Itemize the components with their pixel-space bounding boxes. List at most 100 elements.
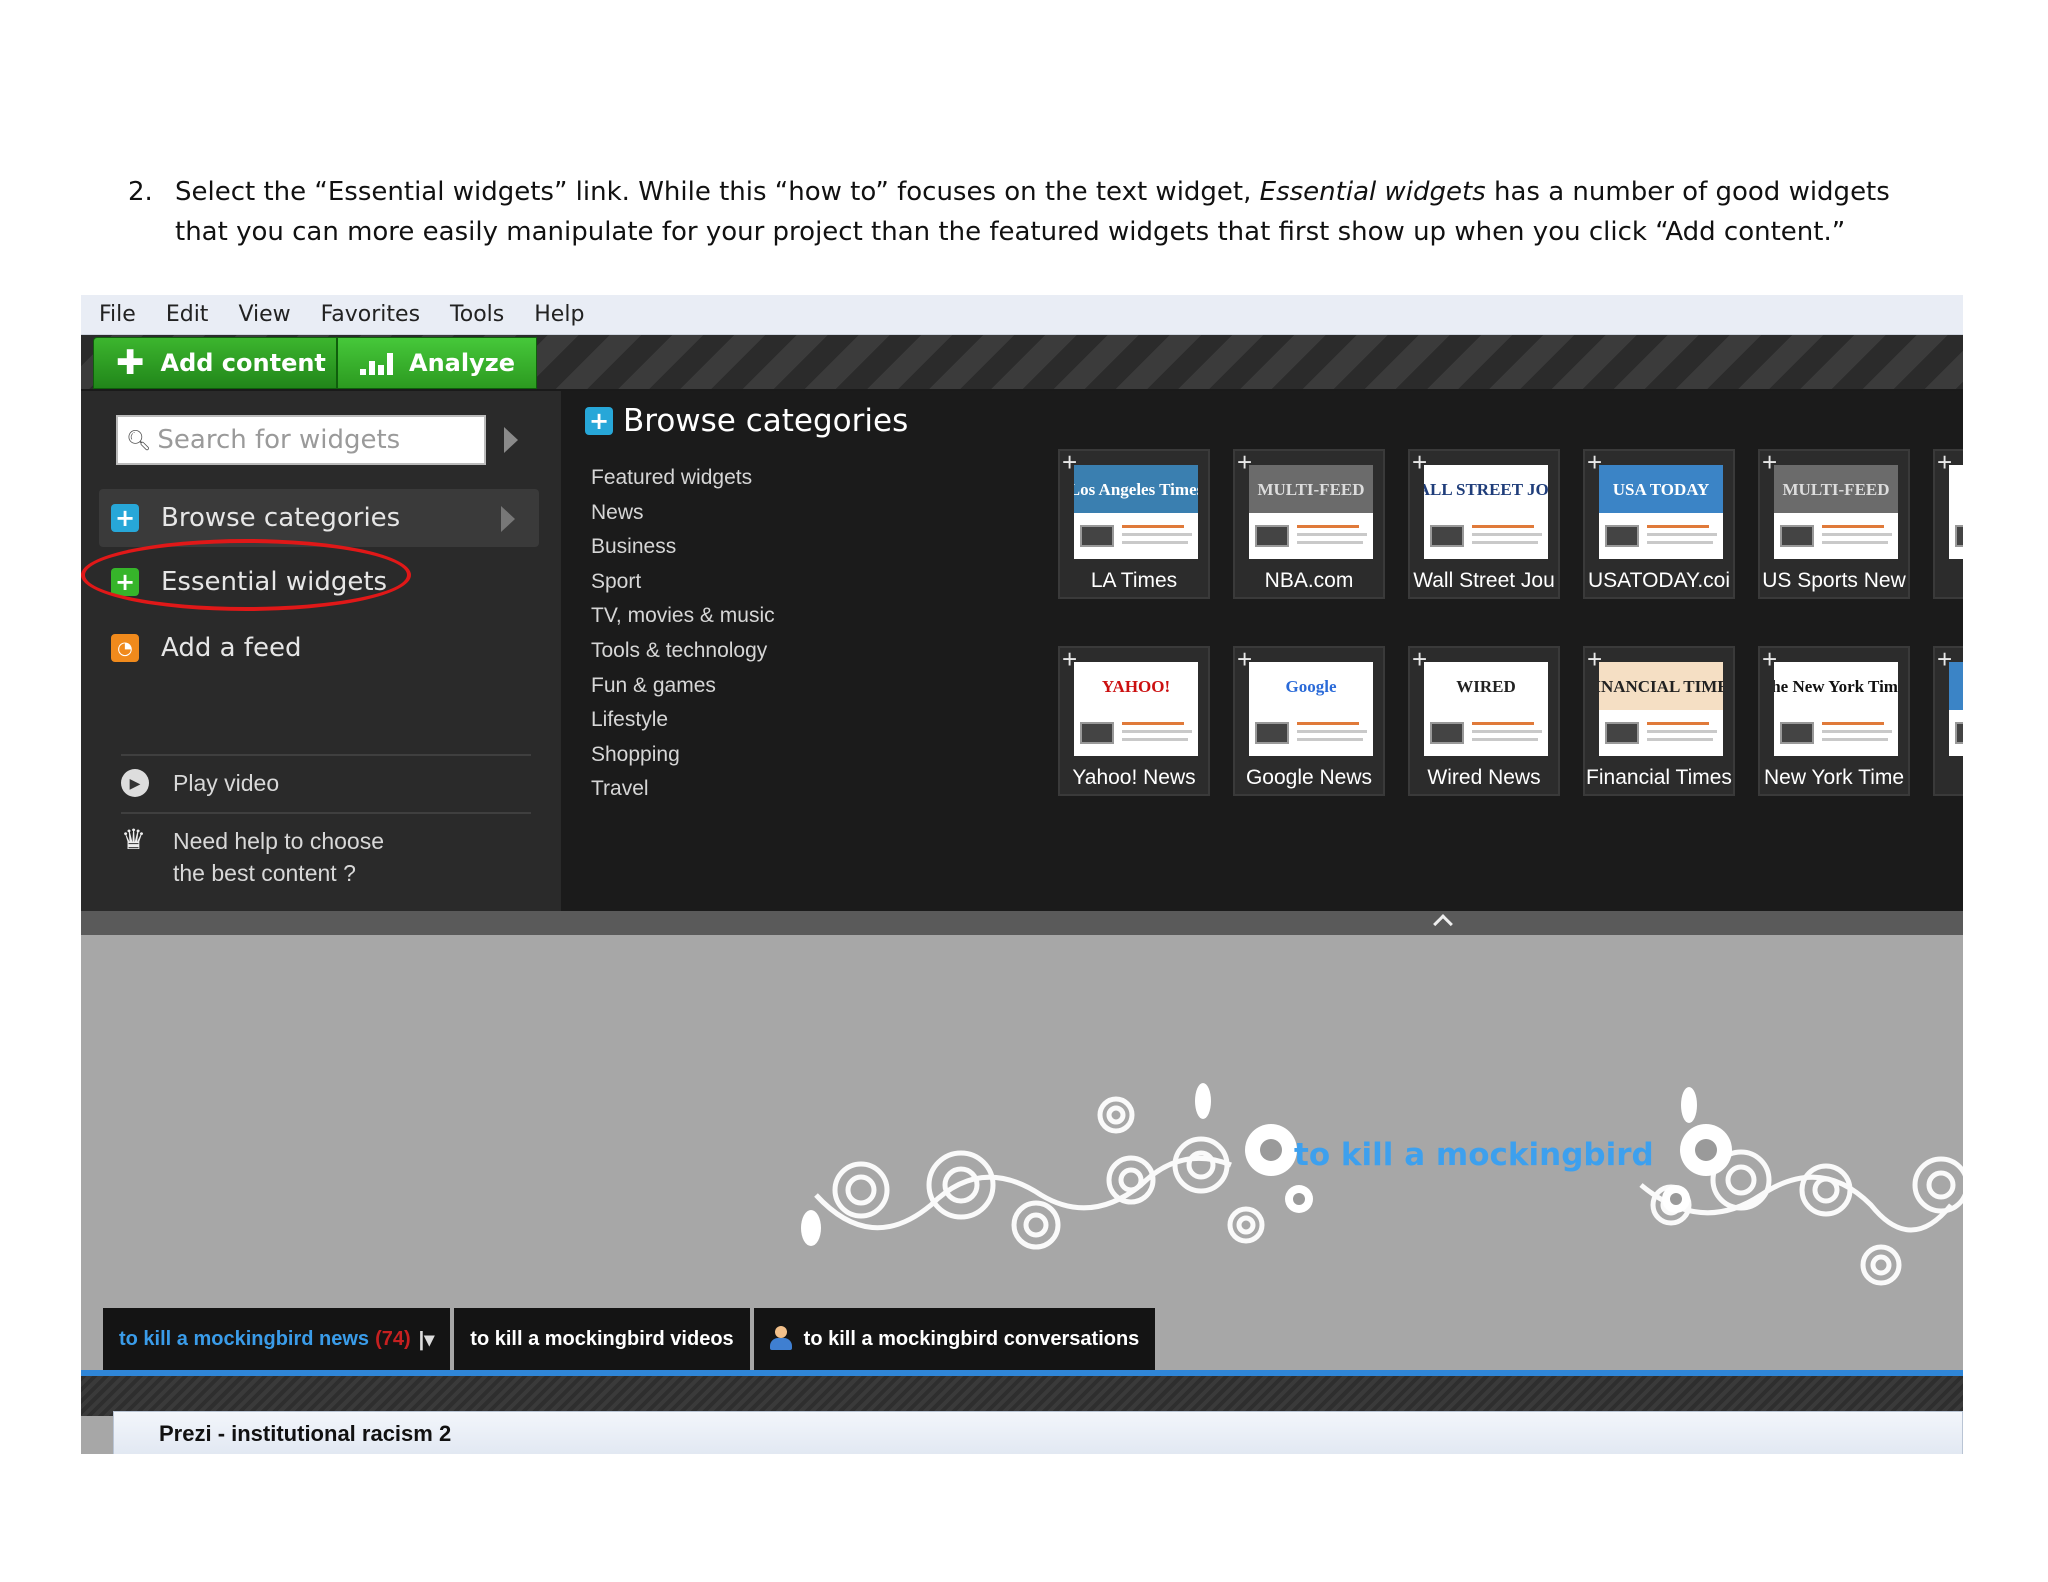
widget-preview-body	[1255, 521, 1367, 551]
menu-help[interactable]: Help	[534, 302, 584, 327]
preview-line	[1822, 541, 1888, 544]
widget-tile[interactable]: + Los Angeles Times LA Times	[1058, 447, 1210, 599]
add-content-label: Add content	[160, 349, 326, 377]
sidebar-item-browse-categories[interactable]: + Browse categories	[99, 489, 539, 547]
widget-tile[interactable]: + MULTI-FEED US Sports New	[1758, 447, 1910, 599]
preview-line	[1297, 525, 1359, 528]
user-icon	[769, 1326, 792, 1352]
plus-icon: +	[585, 407, 613, 435]
widget-label: Financial Times	[1586, 766, 1732, 789]
menu-bar: File Edit View Favorites Tools Help	[81, 295, 1963, 335]
thumbnail-icon	[1430, 722, 1464, 744]
preview-line	[1297, 533, 1367, 536]
widget-label: NBA.com	[1264, 569, 1354, 592]
category-tv-movies-music[interactable]: TV, movies & music	[591, 599, 775, 634]
preview-line	[1297, 738, 1363, 741]
category-lifestyle[interactable]: Lifestyle	[591, 703, 775, 738]
chevron-down-icon[interactable]: |▾	[419, 1327, 435, 1352]
preview-line	[1822, 738, 1888, 741]
search-input[interactable]: 🔍︎ Search for widgets	[116, 415, 486, 465]
category-featured-widgets[interactable]: Featured widgets	[591, 461, 775, 496]
collapse-bar[interactable]	[81, 911, 1963, 935]
add-content-button[interactable]: ✚ Add content	[93, 337, 337, 389]
widget-preview: YAHOO!	[1074, 662, 1198, 756]
widget-logo: The New York Times	[1774, 662, 1898, 710]
tab-videos[interactable]: to kill a mockingbird videos	[454, 1308, 750, 1370]
widget-tile[interactable]: + USA TODAY USATODAY.coi	[1583, 447, 1735, 599]
category-news[interactable]: News	[591, 496, 775, 531]
widget-label: Bi	[1935, 569, 1963, 593]
plus-icon: +	[111, 504, 139, 532]
widget-tile[interactable]: +The New York TimesNew York Time	[1758, 644, 1910, 796]
widget-tile[interactable]: +THE WALL STREET JOURNALWall Street Jou	[1408, 447, 1560, 599]
preview-line	[1822, 533, 1892, 536]
category-business[interactable]: Business	[591, 530, 775, 565]
preview-line	[1122, 738, 1188, 741]
category-list: Featured widgets News Business Sport TV,…	[591, 461, 775, 807]
thumbnail-icon	[1255, 722, 1289, 744]
play-video-link[interactable]: ▶ Play video	[121, 767, 279, 799]
preview-line	[1472, 722, 1534, 725]
widget-logo: USA TODAY	[1599, 465, 1723, 513]
widget-label: USATODAY.coi	[1588, 569, 1730, 592]
sidebar-item-add-feed[interactable]: ◔ Add a feed	[99, 619, 539, 677]
widget-tile[interactable]: +FINANCIAL TIMESFinancial Times	[1583, 644, 1735, 796]
tab-conversations[interactable]: to kill a mockingbird conversations	[753, 1308, 1156, 1370]
widget-preview: MULTI-FEED	[1249, 465, 1373, 559]
widget-preview: MULTI-FEED	[1774, 465, 1898, 559]
browse-title: Browse categories	[623, 403, 909, 439]
preview-line	[1472, 525, 1534, 528]
highlight-oval	[81, 539, 411, 611]
divider	[121, 754, 531, 756]
page-topic-title: to kill a mockingbird	[1294, 1137, 1654, 1173]
search-go-arrow-icon[interactable]	[504, 427, 518, 453]
widget-preview-body	[1780, 718, 1892, 748]
bar-chart-icon	[360, 351, 393, 375]
widget-tile[interactable]: + YAHOO! Yahoo! News	[1058, 644, 1210, 796]
widget-label: Yahoo! News	[1072, 766, 1196, 789]
rss-icon: ◔	[111, 634, 139, 662]
category-fun-games[interactable]: Fun & games	[591, 669, 775, 704]
thumbnail-icon	[1780, 722, 1814, 744]
preview-line	[1647, 533, 1717, 536]
preview-line	[1122, 722, 1184, 725]
search-placeholder: Search for widgets	[157, 425, 401, 455]
tab-news-label: to kill a mockingbird news	[119, 1327, 370, 1350]
menu-file[interactable]: File	[99, 302, 136, 327]
widget-logo: Los Angeles Times	[1074, 465, 1198, 513]
help-choose-link[interactable]: ♛ Need help to choose the best content ?	[121, 825, 384, 889]
category-travel[interactable]: Travel	[591, 772, 775, 807]
add-content-panel: 🔍︎ Search for widgets + Browse categorie…	[81, 391, 1963, 911]
widget-tile[interactable]: +US	[1933, 644, 1963, 796]
menu-view[interactable]: View	[238, 302, 290, 327]
menu-tools[interactable]: Tools	[450, 302, 504, 327]
panel-sidebar: 🔍︎ Search for widgets + Browse categorie…	[81, 391, 561, 911]
tab-news[interactable]: to kill a mockingbird news (74) |▾	[103, 1308, 451, 1370]
analyze-button[interactable]: Analyze	[337, 337, 537, 389]
widget-preview-body	[1955, 718, 1963, 748]
menu-favorites[interactable]: Favorites	[321, 302, 420, 327]
widget-logo	[1949, 465, 1963, 513]
widget-tile[interactable]: + Google Google News	[1233, 644, 1385, 796]
widget-preview: Google	[1249, 662, 1373, 756]
thumbnail-icon	[1780, 525, 1814, 547]
widget-preview-body	[1430, 718, 1542, 748]
category-shopping[interactable]: Shopping	[591, 738, 775, 773]
widget-logo: YAHOO!	[1074, 662, 1198, 710]
category-sport[interactable]: Sport	[591, 565, 775, 600]
thumbnail-icon	[1080, 525, 1114, 547]
widget-tile[interactable]: + WIRED Wired News	[1408, 644, 1560, 796]
widget-logo	[1949, 662, 1963, 710]
thumbnail-icon	[1605, 525, 1639, 547]
widget-preview: THE WALL STREET JOURNAL	[1424, 465, 1548, 559]
menu-edit[interactable]: Edit	[166, 302, 209, 327]
thumbnail-icon	[1955, 525, 1963, 547]
widget-preview: FINANCIAL TIMES	[1599, 662, 1723, 756]
widget-preview-body	[1255, 718, 1367, 748]
widget-tile[interactable]: + MULTI-FEED NBA.com	[1233, 447, 1385, 599]
category-tools-technology[interactable]: Tools & technology	[591, 634, 775, 669]
preview-line	[1122, 525, 1184, 528]
thumbnail-icon	[1255, 525, 1289, 547]
widget-preview-body	[1605, 718, 1717, 748]
widget-tile[interactable]: +Bi	[1933, 447, 1963, 599]
